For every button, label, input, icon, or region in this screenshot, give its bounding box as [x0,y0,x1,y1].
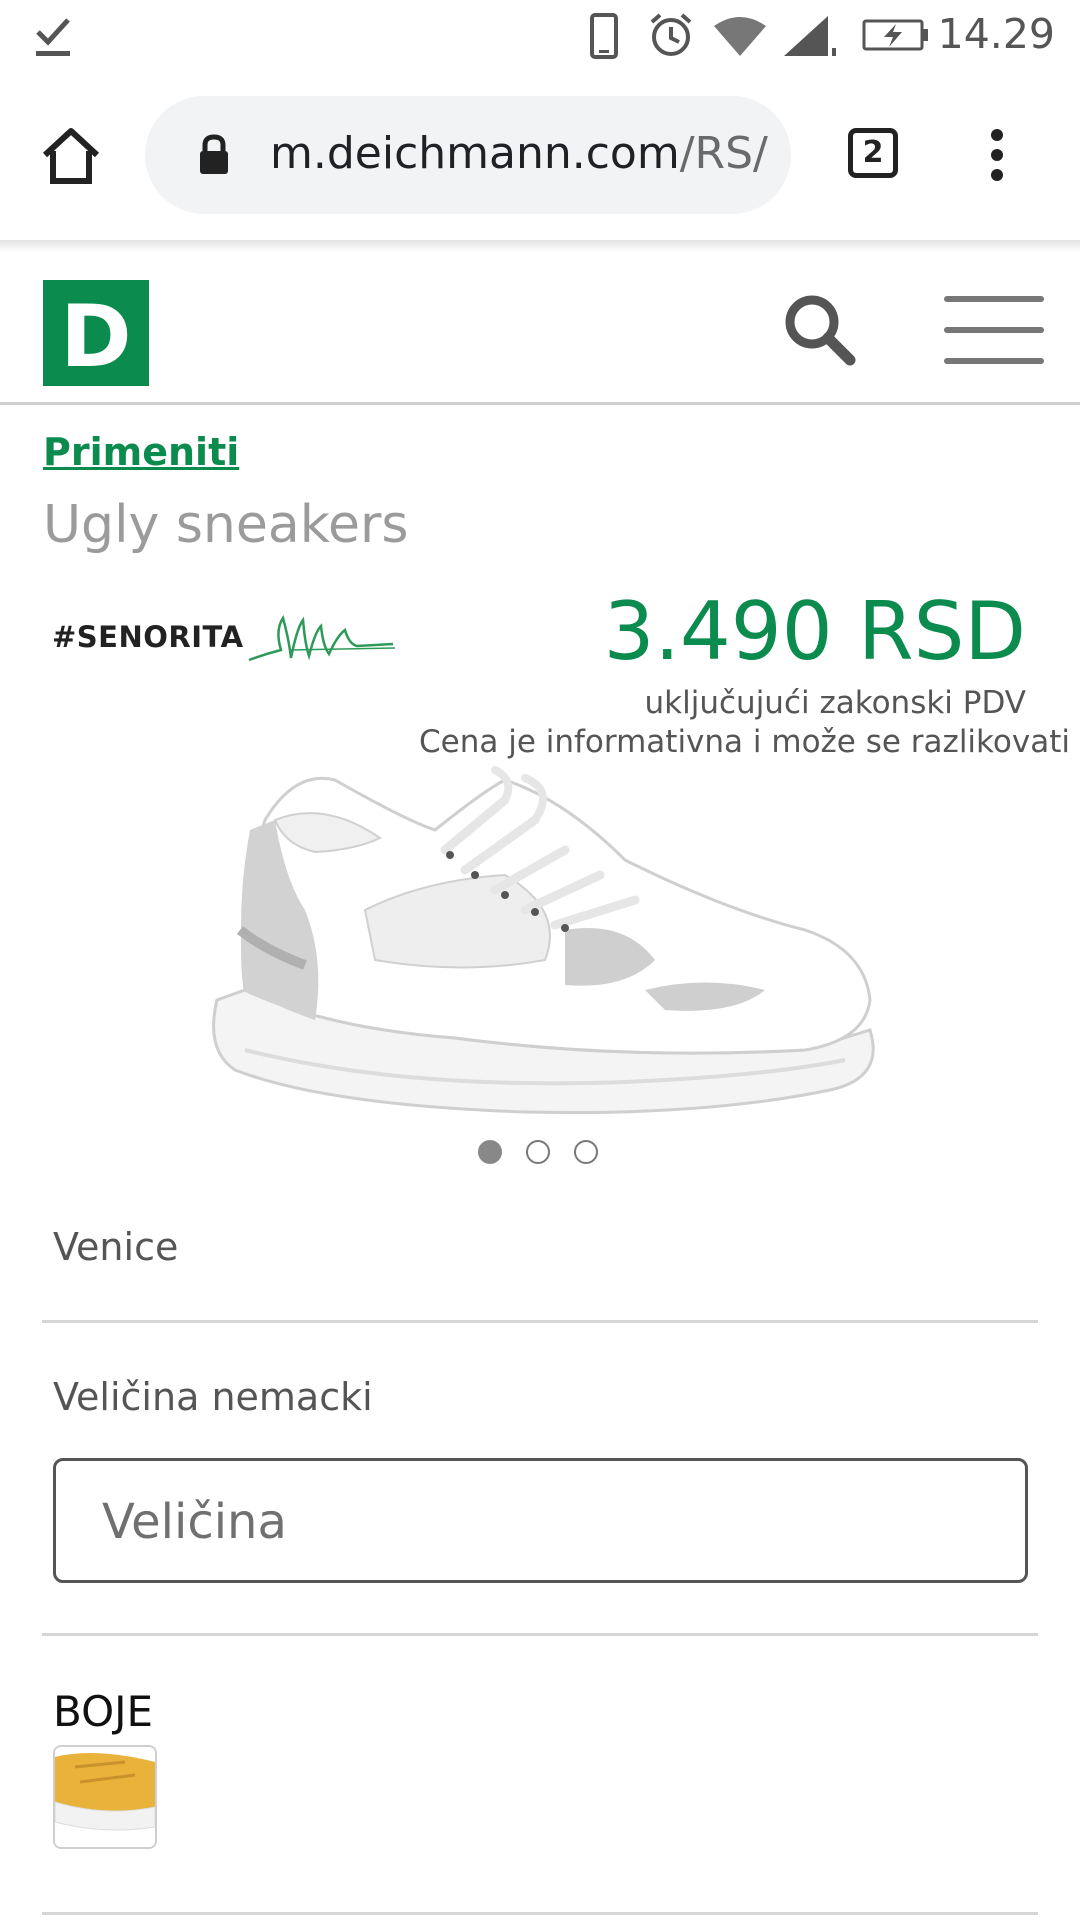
tab-switcher-icon[interactable]: 2 [848,128,898,178]
site-header: D [0,252,1080,405]
gallery-dot-1[interactable] [478,1140,502,1164]
home-icon[interactable] [40,127,102,185]
vat-note: uključujući zakonski PDV [644,685,1026,721]
browser-toolbar: m.deichmann.com/RS/ 2 [0,72,1080,240]
size-label: Veličina nemacki [53,1375,373,1419]
wifi-icon [714,17,766,56]
colors-label: BOJE [53,1687,154,1736]
divider [42,1633,1038,1636]
gallery-dot-2[interactable] [526,1140,550,1164]
url-path: /RS/ [679,128,768,179]
divider [42,1320,1038,1323]
clock: 14.29 [937,10,1055,58]
svg-text:D: D [60,287,131,386]
signal-icon [784,16,836,56]
brand-label: #SENORITA [52,620,244,654]
search-icon[interactable] [782,292,858,368]
price-disclaimer: Cena je informativna i može se razlikova… [419,724,1080,760]
deichmann-logo[interactable]: D [43,280,149,387]
model-name: Venice [53,1225,179,1269]
url-bar[interactable]: m.deichmann.com/RS/ [145,96,791,214]
color-swatch-yellow[interactable] [53,1745,157,1849]
size-select[interactable]: Veličina [53,1458,1028,1583]
logo-mark: D [60,287,131,387]
url-domain: m.deichmann.com [270,128,680,179]
product-image[interactable] [205,760,880,1130]
toolbar-shadow [0,240,1080,252]
product-category: Ugly sneakers [43,495,409,555]
hamburger-menu-icon[interactable] [944,294,1044,366]
lock-icon [200,134,228,174]
gallery-dot-3[interactable] [574,1140,598,1164]
tab-count: 2 [862,135,884,170]
breadcrumb-link[interactable]: Primeniti [43,430,239,474]
download-done-icon [36,18,70,56]
more-menu-icon[interactable] [985,128,1009,182]
phone-icon [590,13,618,59]
brand-signature-logo [248,615,396,662]
product-price: 3.490 RSD [603,585,1026,678]
status-bar: 14.29 [0,0,1080,72]
size-placeholder: Veličina [102,1494,287,1550]
battery-charging-icon [862,19,928,51]
divider [42,1912,1038,1915]
swatch-thumbnail [55,1747,155,1847]
url-text: m.deichmann.com/RS/ [270,128,768,179]
alarm-icon [650,13,692,56]
